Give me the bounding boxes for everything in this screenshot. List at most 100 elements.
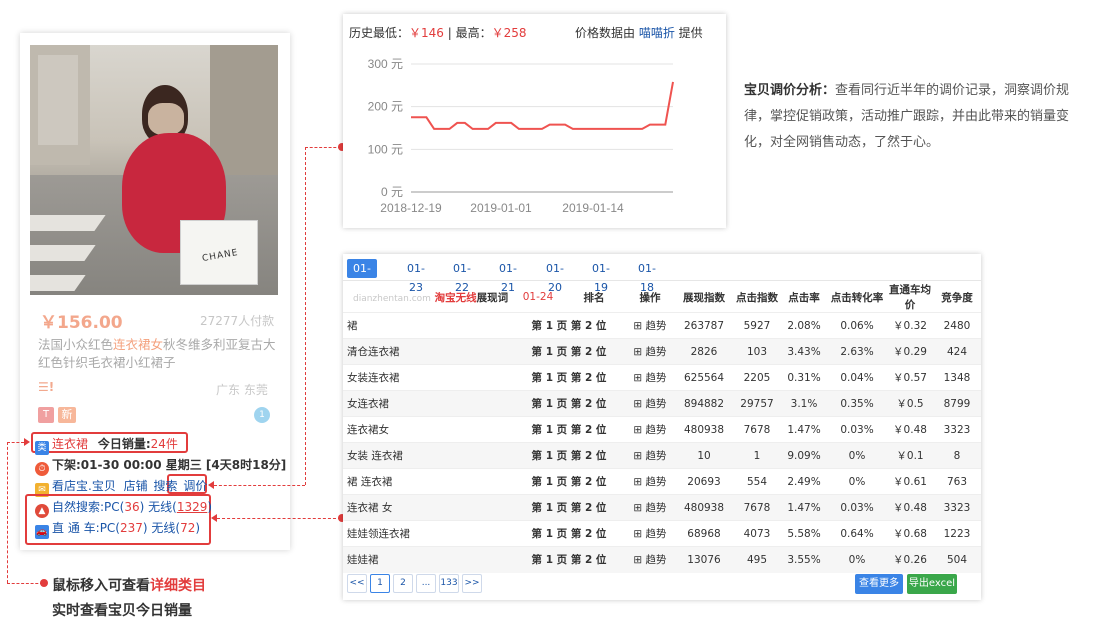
ztc-price-cell: ￥0.32 [887,312,933,339]
page-2-button[interactable]: 2 [393,574,413,593]
ztc-price-cell: ￥0.29 [887,338,933,365]
page-133-button[interactable]: 133 [439,574,459,593]
ztc-price-cell: ￥0.48 [887,416,933,443]
table-row[interactable]: 娃娃领连衣裙第 1 页 第 2 位 ⊞ 趋势 68968 4073 5.58% 0.64%… [343,520,981,547]
table-row[interactable]: 女装连衣裙第 1 页 第 2 位 ⊞ 趋势 625564 2205 0.31% 0.04%… [343,364,981,391]
round-badge-icon: 1 [254,407,270,423]
watermark: dianzhentan.com [353,293,431,304]
tt-wireless-label: ) 无线( [142,521,181,535]
connector-note-arrow [24,438,30,446]
trend-button[interactable]: ⊞ 趋势 [625,494,675,521]
connector-table-h [217,518,341,519]
rank-cell: 第 1 页 第 2 位 [513,338,625,365]
rank-cell: 第 1 页 第 2 位 [513,390,625,417]
impression-cell: 894882 [675,390,733,417]
date-tab-0121[interactable]: 01-21 [493,259,523,294]
y-tick-label: 300 元 [368,57,403,71]
keyword-cell: 连衣裙女 [343,416,513,443]
product-photo[interactable]: CHANE [30,45,278,295]
link-shop[interactable]: 店铺 [124,479,148,493]
connector-note-top [7,442,24,443]
off-shelf-text: 下架:01-30 00:00 星期三 [4天8时18分] [52,458,287,472]
rank-cell: 第 1 页 第 2 位 [513,442,625,469]
conversion-cell: 0% [827,442,887,469]
date-tab-0118[interactable]: 01-18 [632,259,662,294]
rank-cell: 第 1 页 第 2 位 [513,494,625,521]
competition-cell: 2480 [933,312,981,339]
category-link[interactable]: 连衣裙 [52,437,88,451]
date-tab-0124[interactable]: 01-24 [347,259,377,294]
page-last-button[interactable]: >> [462,574,482,593]
title-prefix: 法国小众红色 [38,337,114,352]
link-kandianbao[interactable]: 看店宝.宝贝 [52,479,116,493]
link-search[interactable]: 搜索 [154,479,178,493]
table-row[interactable]: 连衣裙女第 1 页 第 2 位 ⊞ 趋势 480938 7678 1.47% 0.03% ￥… [343,416,981,443]
operation-column-header: 操作 [639,291,661,304]
competition-cell: 3323 [933,494,981,521]
ctr-cell: 5.58% [781,520,827,547]
table-row[interactable]: 连衣裙 女第 1 页 第 2 位 ⊞ 趋势 480938 7678 1.47% 0.03%… [343,494,981,521]
trend-button[interactable]: ⊞ 趋势 [625,442,675,469]
trend-button[interactable]: ⊞ 趋势 [625,416,675,443]
trend-button[interactable]: ⊞ 趋势 [625,546,675,573]
keyword-cell: 娃娃裙 [343,546,513,573]
click-index-cell: 7678 [733,416,781,443]
menu-icon[interactable]: ☰! [38,380,54,394]
price-series-line [411,81,674,130]
ztc-price-column-header: 直通车均价 [889,284,931,311]
trend-button[interactable]: ⊞ 趋势 [625,468,675,495]
trend-button[interactable]: ⊞ 趋势 [625,520,675,547]
click-index-column-header: 点击指数 [736,291,778,304]
trend-button[interactable]: ⊞ 趋势 [625,312,675,339]
table-row[interactable]: 娃娃裙第 1 页 第 2 位 ⊞ 趋势 13076 495 3.55% 0% ￥0.26 50… [343,546,981,573]
view-more-button[interactable]: 查看更多 [855,574,903,594]
page-1-button[interactable]: 1 [370,574,390,593]
trend-button[interactable]: ⊞ 趋势 [625,390,675,417]
natural-pc-label: PC( [104,500,125,514]
trend-button[interactable]: ⊞ 趋势 [625,364,675,391]
tt-pc-label: PC( [99,521,120,535]
conversion-cell: 0.03% [827,494,887,521]
product-title[interactable]: 法国小众红色连衣裙女秋冬维多利亚复古大红色针织毛衣裙小红裙子 [38,336,278,372]
table-row[interactable]: 女装 连衣裙第 1 页 第 2 位 ⊞ 趋势 10 1 9.09% 0% ￥0.1 8 [343,442,981,469]
date-tab-0119[interactable]: 01-19 [586,259,616,294]
natural-wireless-value[interactable]: 1329 [177,500,208,514]
export-excel-button[interactable]: 导出excel [907,574,957,594]
table-row[interactable]: 女连衣裙第 1 页 第 2 位 ⊞ 趋势 894882 29757 3.1% 0.35% ￥… [343,390,981,417]
impression-cell: 625564 [675,364,733,391]
ztc-price-cell: ￥0.57 [887,364,933,391]
conversion-cell: 0.03% [827,416,887,443]
page-first-button[interactable]: << [347,574,367,593]
ztc-price-cell: ￥0.68 [887,520,933,547]
clock-icon: ⏱ [35,462,49,476]
tt-pc-value[interactable]: 237 [120,521,143,535]
trend-button[interactable]: ⊞ 趋势 [625,338,675,365]
x-tick-label: 2019-01-14 [562,201,624,215]
impression-cell: 480938 [675,416,733,443]
through-train-row[interactable]: 🚗 直 通 车:PC(237) 无线(72) [35,519,200,539]
category-sales-row[interactable]: 类连衣裙 今日销量:24件 [35,435,178,455]
keyword-table-panel: 01-24 01-23 01-22 01-21 01-20 01-19 01-1… [343,254,981,600]
impression-column-header: 展现指数 [683,291,725,304]
kw-header: 展现词 [476,291,509,304]
date-tab-0122[interactable]: 01-22 [447,259,477,294]
table-row[interactable]: 裙 连衣裙第 1 页 第 2 位 ⊞ 趋势 20693 554 2.49% 0% ￥0.61… [343,468,981,495]
table-row[interactable]: 裙第 1 页 第 2 位 ⊞ 趋势 263787 5927 2.08% 0.06% ￥0.3… [343,312,981,339]
tt-wireless-value[interactable]: 72 [180,521,195,535]
rank-cell: 第 1 页 第 2 位 [513,416,625,443]
rank-cell: 第 1 页 第 2 位 [513,468,625,495]
link-price-adjust[interactable]: 调价 [183,479,207,493]
table-row[interactable]: 清仓连衣裙第 1 页 第 2 位 ⊞ 趋势 2826 103 3.43% 2.63% ￥0.… [343,338,981,365]
natural-pc-value[interactable]: 36 [124,500,139,514]
date-tab-0120[interactable]: 01-20 [540,259,570,294]
through-train-label: 直 通 车: [52,521,100,535]
connector-chart-bottom [214,485,305,486]
ctr-cell: 1.47% [781,416,827,443]
impression-cell: 68968 [675,520,733,547]
car-icon: 🚗 [35,525,49,539]
natural-search-row[interactable]: ▲ 自然搜索:PC(36) 无线(1329) [35,498,212,518]
tmall-badge-icon: T [38,407,54,423]
competition-cell: 8799 [933,390,981,417]
click-index-cell: 29757 [733,390,781,417]
date-tab-0123[interactable]: 01-23 [401,259,431,294]
